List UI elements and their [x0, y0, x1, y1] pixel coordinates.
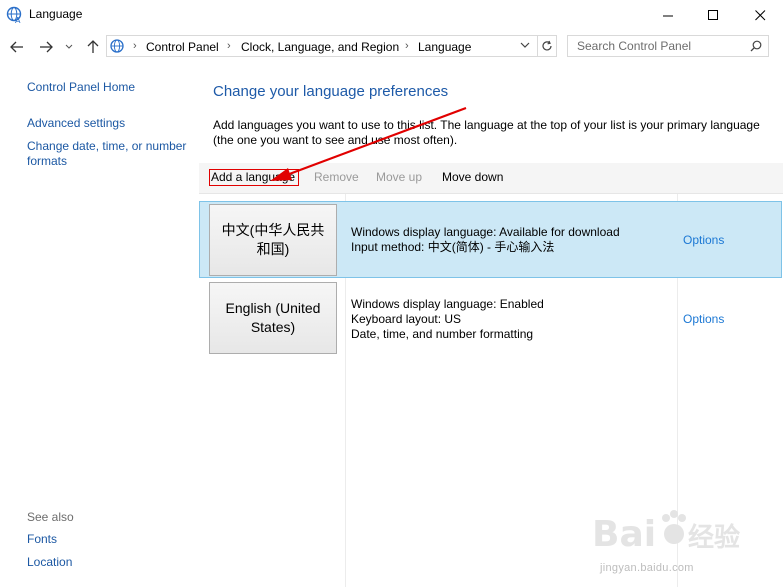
close-button[interactable] [737, 0, 783, 30]
title-bar: A Language [0, 0, 783, 30]
breadcrumb-language[interactable]: Language [418, 40, 471, 54]
search-input[interactable] [568, 36, 755, 56]
language-options-link[interactable]: Options [683, 233, 724, 247]
sidebar-link-control-panel-home[interactable]: Control Panel Home [27, 80, 135, 94]
move-down-button[interactable]: Move down [442, 170, 503, 184]
svg-text:Bai: Bai [592, 514, 656, 555]
minimize-icon [662, 15, 673, 16]
back-arrow-icon [10, 41, 23, 53]
forward-button[interactable] [37, 36, 55, 58]
minimize-button[interactable] [645, 0, 691, 30]
search-box[interactable] [567, 35, 769, 57]
language-keyboard-layout: Keyboard layout: US [351, 312, 462, 326]
sidebar-link-advanced-settings[interactable]: Advanced settings [27, 116, 125, 130]
svg-text:经验: 经验 [688, 522, 740, 553]
breadcrumb-separator-icon: › [133, 40, 137, 52]
chevron-down-icon [65, 44, 73, 49]
annotation-highlight-box [209, 169, 299, 186]
language-display-status: Windows display language: Enabled [351, 297, 544, 311]
back-button[interactable] [8, 36, 26, 58]
watermark-url: jingyan.baidu.com [600, 562, 694, 574]
window-title: Language [29, 7, 83, 21]
language-location-icon [110, 39, 124, 53]
move-up-button[interactable]: Move up [376, 170, 422, 184]
sidebar-link-fonts[interactable]: Fonts [27, 532, 57, 546]
watermark-logo: Bai 经验 [592, 510, 740, 555]
up-arrow-icon [87, 40, 99, 53]
address-bar[interactable]: › Control Panel › Clock, Language, and R… [106, 35, 557, 57]
language-options-link[interactable]: Options [683, 312, 724, 326]
refresh-button[interactable] [537, 35, 557, 57]
breadcrumb-separator-icon: › [227, 40, 231, 52]
language-globe-icon: A [6, 6, 22, 24]
language-input-method: Input method: 中文(简体) - 手心输入法 [351, 240, 555, 254]
breadcrumb-clock-language-region[interactable]: Clock, Language, and Region [241, 40, 399, 54]
language-item-english[interactable]: English (United States) [209, 282, 337, 354]
svg-text:A: A [15, 16, 21, 24]
page-description: Add languages you want to use to this li… [213, 118, 760, 147]
language-name: 中文(中华人民共和国) [221, 222, 325, 257]
see-also-label: See also [27, 510, 74, 524]
maximize-icon [707, 9, 718, 20]
sidebar-link-change-date-formats[interactable]: Change date, time, or number formats [27, 139, 197, 169]
refresh-icon [542, 40, 552, 51]
language-name: English (United States) [225, 300, 321, 335]
breadcrumb-separator-icon: › [405, 40, 409, 52]
search-icon[interactable] [750, 40, 762, 52]
sidebar-link-location[interactable]: Location [27, 555, 72, 569]
language-formatting: Date, time, and number formatting [351, 327, 534, 341]
recent-locations-button[interactable] [63, 36, 75, 58]
up-button[interactable] [84, 36, 102, 58]
language-display-status: Windows display language: Available for … [351, 225, 620, 239]
page-title: Change your language preferences [213, 83, 449, 100]
breadcrumb-control-panel[interactable]: Control Panel [146, 40, 219, 54]
maximize-button[interactable] [690, 0, 736, 30]
language-item-chinese[interactable]: 中文(中华人民共和国) [209, 204, 337, 276]
address-dropdown-icon[interactable] [520, 42, 530, 49]
remove-button[interactable]: Remove [314, 170, 359, 184]
close-icon [754, 9, 765, 20]
forward-arrow-icon [40, 41, 53, 53]
